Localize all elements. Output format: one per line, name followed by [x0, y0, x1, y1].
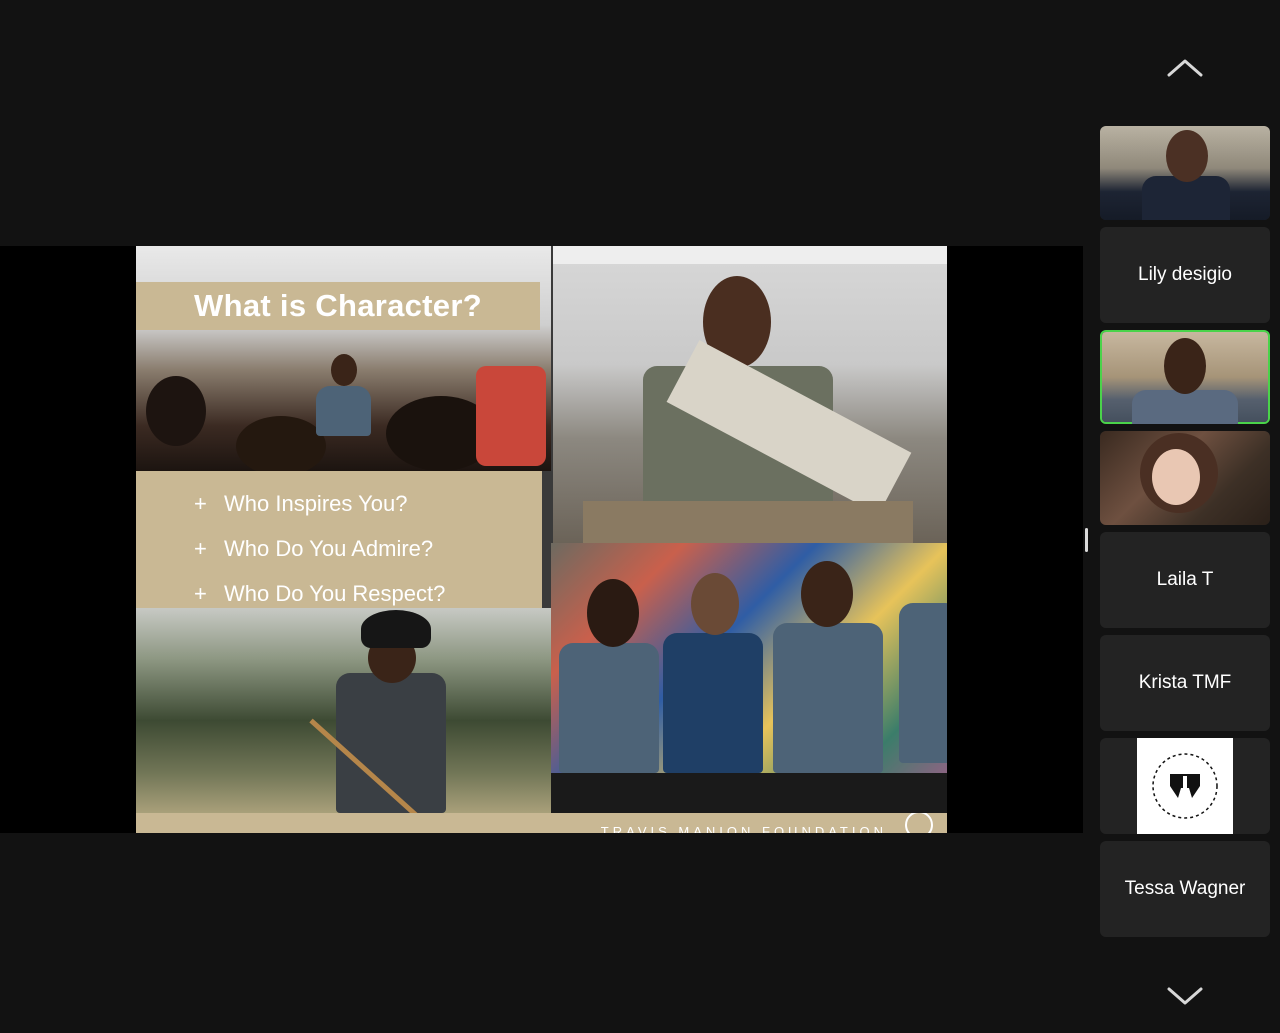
participant-video — [1100, 431, 1270, 525]
hiker-photo — [136, 608, 551, 813]
footer-text: TRAVIS MANION FOUNDATION — [600, 824, 887, 833]
participant-tile[interactable]: Krista TMF — [1100, 635, 1270, 731]
slide-footer: TRAVIS MANION FOUNDATION — [136, 813, 947, 833]
question-text: Who Do You Respect? — [224, 581, 446, 606]
question-item: + Who Inspires You? — [194, 491, 407, 517]
participant-tile-video[interactable] — [1100, 431, 1270, 525]
presentation-slide: What is Character? + Who Inspires You? +… — [136, 246, 947, 833]
plus-icon: + — [194, 491, 207, 516]
panel-resize-handle[interactable] — [1085, 528, 1088, 552]
travis-manion-foundation-logo-icon — [1137, 738, 1233, 834]
chevron-up-icon[interactable] — [1166, 56, 1204, 80]
volunteer-photo — [553, 246, 947, 543]
group-photo — [551, 543, 947, 813]
participant-gallery: Lily desigio Laila T Krista TMF Tessa Wa… — [1100, 126, 1270, 944]
plus-icon: + — [194, 536, 207, 561]
foundation-logo-icon — [905, 813, 933, 833]
participant-tile[interactable]: Lily desigio — [1100, 227, 1270, 323]
participant-name: Tessa Wagner — [1124, 878, 1246, 899]
question-list: + Who Inspires You? + Who Do You Admire?… — [136, 471, 542, 608]
participant-video — [1102, 332, 1268, 424]
chevron-down-icon[interactable] — [1166, 984, 1204, 1008]
participant-name: Krista TMF — [1138, 672, 1232, 693]
plus-icon: + — [194, 581, 207, 606]
participant-tile-active-speaker[interactable] — [1100, 330, 1270, 424]
classroom-photo — [136, 246, 551, 471]
question-item: + Who Do You Admire? — [194, 536, 433, 562]
participant-tile[interactable]: Tessa Wagner — [1100, 841, 1270, 937]
slide-title: What is Character? — [194, 288, 482, 323]
shared-screen: What is Character? + Who Inspires You? +… — [0, 246, 1083, 833]
participant-video — [1100, 126, 1270, 220]
question-item: + Who Do You Respect? — [194, 581, 445, 607]
participant-tile-video[interactable] — [1100, 126, 1270, 220]
participant-tile[interactable]: Laila T — [1100, 532, 1270, 628]
participant-name: Laila T — [1156, 569, 1214, 590]
participant-tile-logo[interactable] — [1100, 738, 1270, 834]
question-text: Who Inspires You? — [224, 491, 408, 516]
slide-title-banner: What is Character? — [136, 282, 540, 330]
participant-name: Lily desigio — [1138, 264, 1232, 285]
question-text: Who Do You Admire? — [224, 536, 434, 561]
